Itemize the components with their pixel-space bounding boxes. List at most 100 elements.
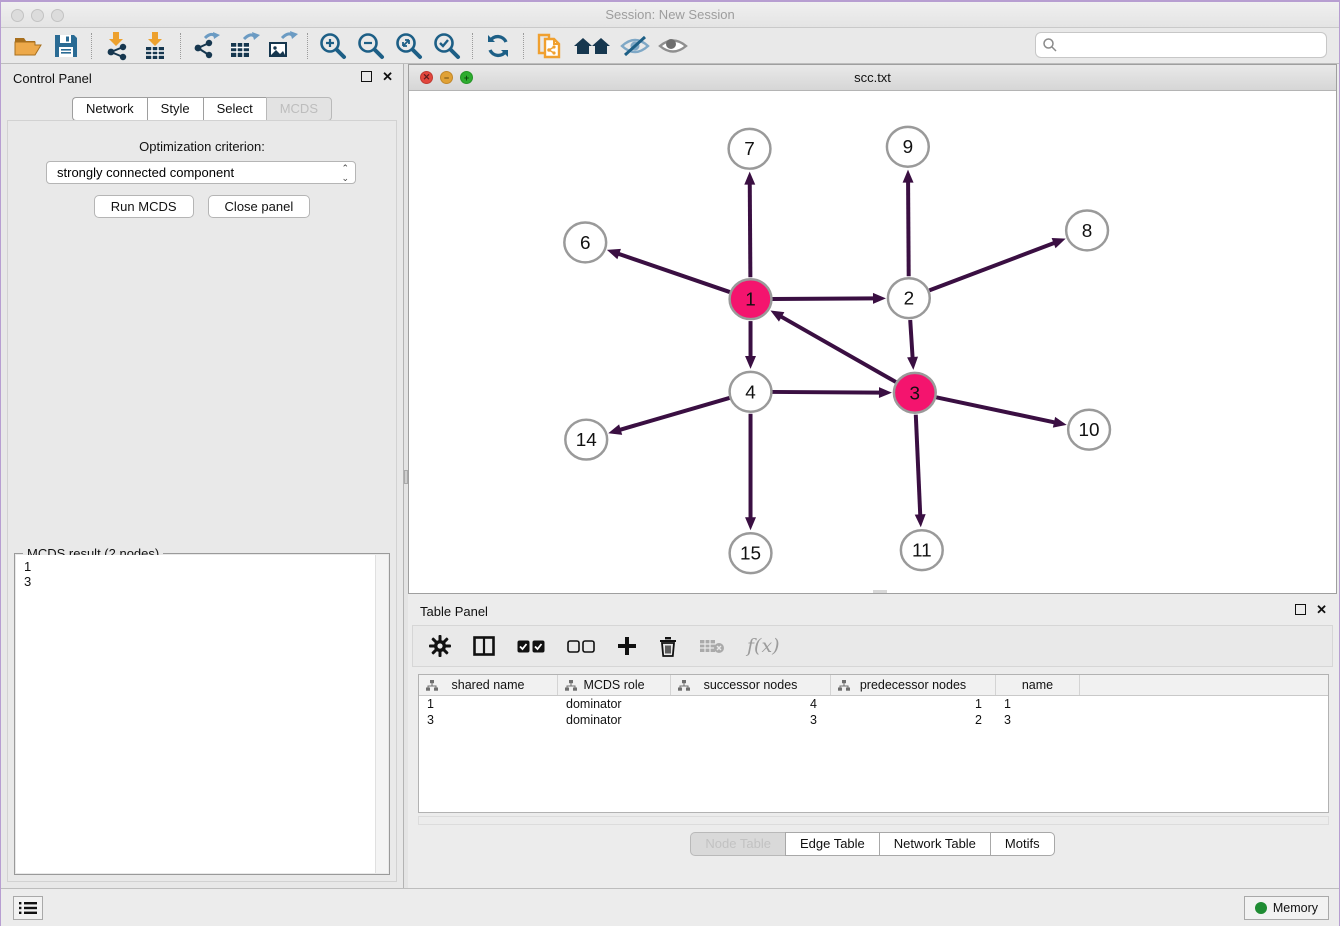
run-mcds-button[interactable]: Run MCDS (94, 195, 194, 218)
memory-label: Memory (1273, 901, 1318, 915)
close-table-panel-icon[interactable]: ✕ (1316, 604, 1327, 615)
show-eye-icon[interactable] (656, 31, 690, 61)
column-header-label: MCDS role (583, 678, 644, 692)
table-cell[interactable]: 3 (996, 712, 1080, 728)
edge-arrowhead (745, 356, 756, 369)
table-row[interactable]: 3dominator323 (419, 712, 1328, 728)
search-box[interactable] (1035, 32, 1327, 58)
control-panel-title: Control Panel (13, 71, 92, 86)
close-panel-icon[interactable]: ✕ (382, 71, 393, 82)
attribute-tree-icon (565, 680, 577, 691)
tab-node-table[interactable]: Node Table (690, 832, 785, 856)
tab-edge-table[interactable]: Edge Table (785, 832, 879, 856)
table-row[interactable]: 1dominator411 (419, 696, 1328, 712)
tab-select[interactable]: Select (203, 97, 266, 121)
close-panel-button[interactable]: Close panel (208, 195, 311, 218)
table-cell[interactable]: 2 (831, 712, 996, 728)
graph-edge-2-9[interactable] (908, 181, 909, 277)
function-builder-icon[interactable]: f(x) (747, 635, 780, 657)
table-cell[interactable]: 4 (671, 696, 831, 712)
node-table[interactable]: shared name MCDS role successor nodes prede… (418, 674, 1329, 813)
hide-eye-icon[interactable] (618, 31, 652, 61)
graph-edge-2-8[interactable] (929, 242, 1055, 290)
export-table-icon[interactable] (227, 31, 261, 61)
import-table-icon[interactable] (138, 31, 172, 61)
graph-node-label: 11 (912, 541, 932, 562)
open-session-icon[interactable] (11, 31, 45, 61)
column-header-predecessor-nodes[interactable]: predecessor nodes (831, 675, 996, 695)
table-cell[interactable]: dominator (558, 712, 671, 728)
horizontal-scrollbar[interactable] (418, 816, 1329, 825)
graph-edge-4-3[interactable] (772, 392, 881, 393)
column-header-successor-nodes[interactable]: successor nodes (671, 675, 831, 695)
settings-gear-icon[interactable] (429, 635, 451, 657)
table-cell[interactable]: 1 (419, 696, 558, 712)
tab-network-table[interactable]: Network Table (879, 832, 990, 856)
export-network-icon[interactable] (189, 31, 223, 61)
table-cell[interactable]: dominator (558, 696, 671, 712)
titlebar: Session: New Session (1, 2, 1339, 28)
graph-edge-1-2[interactable] (772, 298, 875, 299)
graph-node-label: 4 (745, 382, 756, 403)
graph-node-label: 1 (745, 290, 756, 311)
network-canvas[interactable]: 7968124314101511 (409, 91, 1336, 593)
table-cell[interactable]: 3 (419, 712, 558, 728)
edge-arrowhead (608, 424, 622, 435)
column-header-label: predecessor nodes (860, 678, 966, 692)
main-toolbar (1, 28, 1339, 64)
tab-motifs[interactable]: Motifs (990, 832, 1055, 856)
task-history-button[interactable] (13, 896, 43, 920)
criterion-value: strongly connected component (57, 165, 234, 180)
import-network-icon[interactable] (100, 31, 134, 61)
table-header-row: shared name MCDS role successor nodes prede… (419, 675, 1328, 696)
tab-network[interactable]: Network (72, 97, 147, 121)
home-views-icon[interactable] (570, 31, 614, 61)
graph-edge-3-11[interactable] (916, 415, 921, 517)
control-panel-tabs: NetworkStyleSelectMCDS (1, 97, 403, 121)
canvas-resize-grip[interactable] (873, 590, 887, 593)
graph-edge-1-7[interactable] (750, 183, 751, 278)
export-image-icon[interactable] (265, 31, 299, 61)
save-session-icon[interactable] (49, 31, 83, 61)
refresh-icon[interactable] (481, 31, 515, 61)
table-cell[interactable]: 1 (996, 696, 1080, 712)
graph-node-label: 2 (904, 289, 915, 310)
select-all-checks-icon[interactable] (517, 640, 545, 653)
zoom-in-icon[interactable] (316, 31, 350, 61)
window-title: Session: New Session (1, 7, 1339, 22)
delete-table-icon[interactable] (699, 638, 725, 654)
zoom-out-icon[interactable] (354, 31, 388, 61)
add-column-icon[interactable] (617, 636, 637, 656)
network-window-titlebar[interactable]: ✕ − + scc.txt (409, 65, 1336, 91)
edge-arrowhead (744, 172, 755, 185)
delete-column-icon[interactable] (659, 636, 677, 657)
network-view-window: ✕ − + scc.txt 7968124314101511 (408, 64, 1337, 594)
graph-edge-3-10[interactable] (936, 397, 1056, 422)
deselect-all-checks-icon[interactable] (567, 640, 595, 653)
mcds-result-text[interactable]: 1 3 (16, 555, 388, 873)
table-cell[interactable]: 1 (831, 696, 996, 712)
graph-node-label: 15 (740, 544, 761, 565)
graph-edge-1-6[interactable] (617, 253, 730, 292)
graph-node-label: 7 (744, 139, 755, 160)
search-input[interactable] (1058, 38, 1326, 53)
split-columns-icon[interactable] (473, 636, 495, 656)
float-panel-icon[interactable] (361, 71, 372, 82)
result-scrollbar[interactable] (375, 555, 388, 873)
column-header-MCDS-role[interactable]: MCDS role (558, 675, 671, 695)
tab-style[interactable]: Style (147, 97, 203, 121)
graph-edge-3-1[interactable] (780, 316, 896, 382)
column-header-shared-name[interactable]: shared name (419, 675, 558, 695)
column-header-label: name (1022, 678, 1053, 692)
duplicate-view-icon[interactable] (532, 31, 566, 61)
graph-edge-4-14[interactable] (619, 398, 730, 430)
zoom-selected-icon[interactable] (430, 31, 464, 61)
tab-mcds[interactable]: MCDS (266, 97, 332, 121)
memory-button[interactable]: Memory (1244, 896, 1329, 920)
criterion-select[interactable]: strongly connected component ⌃⌄ (46, 161, 356, 184)
column-header-name[interactable]: name (996, 675, 1080, 695)
float-table-panel-icon[interactable] (1295, 604, 1306, 615)
graph-edge-2-3[interactable] (910, 320, 912, 359)
zoom-fit-icon[interactable] (392, 31, 426, 61)
table-cell[interactable]: 3 (671, 712, 831, 728)
